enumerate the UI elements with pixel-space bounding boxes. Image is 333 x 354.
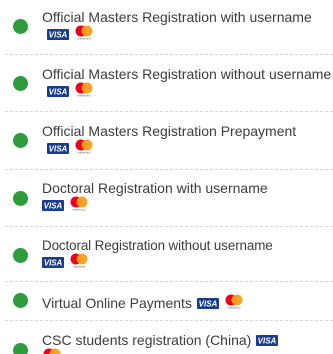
green-dot-icon xyxy=(13,191,28,206)
mastercard-icon: mastercard xyxy=(69,253,89,268)
visa-icon: VISA xyxy=(42,200,64,211)
menu-item-label: Doctoral Registration with username xyxy=(42,180,268,196)
visa-icon-text: VISA xyxy=(49,145,68,154)
menu-item-label: Official Masters Registration with usern… xyxy=(42,9,312,25)
green-dot-icon xyxy=(13,133,28,148)
visa-icon-text: VISA xyxy=(199,300,218,309)
divider xyxy=(5,281,333,282)
mastercard-icon: mastercard xyxy=(74,25,94,40)
visa-icon: VISA xyxy=(256,335,279,346)
payment-options-menu: Official Masters Registration with usern… xyxy=(0,0,333,354)
mastercard-icon-text: mastercard xyxy=(78,37,92,41)
green-dot-icon xyxy=(13,293,28,308)
menu-item-label: Doctoral Registration without username xyxy=(42,238,273,253)
menu-item-label: Virtual Online Payments xyxy=(42,295,192,311)
menu-item-official-masters-prepayment[interactable]: Official Masters Registration Prepayment… xyxy=(0,124,333,160)
green-dot-icon xyxy=(13,76,28,91)
menu-item-official-masters-without-username[interactable]: Official Masters Registration without us… xyxy=(0,67,333,103)
menu-item-doctoral-without-username[interactable]: Doctoral Registration without username VI… xyxy=(0,238,333,274)
visa-icon-text: VISA xyxy=(44,202,63,211)
divider xyxy=(5,226,333,227)
menu-item-csc-students-china[interactable]: CSC students registration (China) VISA mas… xyxy=(0,331,333,354)
menu-item-label: Official Masters Registration Prepayment xyxy=(42,123,297,139)
mastercard-icon: mastercard xyxy=(74,139,94,154)
mastercard-icon-text: mastercard xyxy=(227,306,241,310)
visa-icon: VISA xyxy=(42,257,64,268)
visa-icon-text: VISA xyxy=(44,259,63,268)
menu-item-label: CSC students registration (China) xyxy=(42,332,252,348)
mastercard-icon-text: mastercard xyxy=(78,94,92,98)
visa-icon: VISA xyxy=(196,298,219,309)
divider xyxy=(5,320,333,321)
mastercard-icon: mastercard xyxy=(224,294,244,309)
menu-item-official-masters-with-username[interactable]: Official Masters Registration with usern… xyxy=(0,10,333,46)
visa-icon-text: VISA xyxy=(258,337,277,346)
menu-item-doctoral-with-username[interactable]: Doctoral Registration with username VISA m… xyxy=(0,181,333,217)
mastercard-icon-text: mastercard xyxy=(73,208,87,212)
visa-icon-text: VISA xyxy=(49,31,68,40)
mastercard-icon-text: mastercard xyxy=(78,151,92,155)
green-dot-icon xyxy=(13,248,28,263)
green-dot-icon xyxy=(13,343,28,354)
menu-item-virtual-online-payments[interactable]: Virtual Online Payments VISA mastercard xyxy=(0,292,333,311)
mastercard-icon: mastercard xyxy=(42,348,62,354)
mastercard-icon: mastercard xyxy=(69,196,89,211)
mastercard-icon-text: mastercard xyxy=(73,265,86,269)
green-dot-icon xyxy=(13,19,28,34)
visa-icon: VISA xyxy=(47,143,69,154)
mastercard-icon: mastercard xyxy=(74,82,94,97)
visa-icon: VISA xyxy=(47,86,69,97)
visa-icon: VISA xyxy=(47,29,69,40)
menu-item-label: Official Masters Registration without us… xyxy=(42,66,332,82)
divider xyxy=(5,169,333,170)
visa-icon-text: VISA xyxy=(49,88,68,97)
divider xyxy=(5,111,333,112)
divider xyxy=(5,54,333,55)
